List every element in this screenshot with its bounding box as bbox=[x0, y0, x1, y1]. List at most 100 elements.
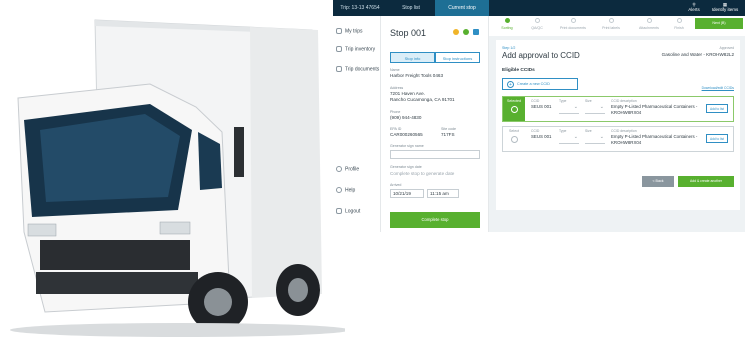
progress-stepper: Sorting QA/QC Print documents Print labe… bbox=[489, 16, 745, 36]
sidebar-item-my-trips[interactable]: My trips bbox=[336, 28, 363, 34]
back-button[interactable]: < Back bbox=[642, 176, 674, 187]
stop-epa-id: CAR000260565 bbox=[390, 132, 423, 137]
step-dot bbox=[534, 18, 540, 23]
tab-current-stop[interactable]: Current stop bbox=[435, 0, 489, 16]
step-dot bbox=[608, 18, 614, 23]
ccid-row[interactable]: Select CCID SEUS 001 Type Size CCID desc… bbox=[502, 126, 734, 152]
signer-name-input[interactable] bbox=[390, 150, 480, 159]
step-label: Print documents bbox=[560, 26, 586, 30]
sidebar-item-label: Trip documents bbox=[345, 66, 380, 73]
alerts-button[interactable]: ⚲ Alerts bbox=[685, 2, 703, 12]
inventory-icon bbox=[336, 46, 342, 52]
ccid-row[interactable]: Selected CCID SEUS 001 Type Size CCID de… bbox=[502, 96, 734, 122]
status-icon bbox=[463, 29, 469, 35]
add-to-list-button[interactable]: Add to list bbox=[706, 104, 728, 113]
field-label: Phone bbox=[390, 110, 401, 114]
main-panel: Sorting QA/QC Print documents Print labe… bbox=[489, 16, 745, 232]
identify-items-label: Identify items bbox=[711, 7, 739, 12]
stop-title: Stop 001 bbox=[390, 28, 427, 38]
sidebar-item-trip-inventory[interactable]: Trip inventory bbox=[336, 46, 375, 52]
trip-label: Trip: 13-13 47654 bbox=[340, 5, 380, 11]
sidebar: My trips Trip inventory Trip documents P… bbox=[333, 16, 381, 232]
arrival-date-input[interactable]: 10/21/19 bbox=[390, 189, 424, 198]
logout-icon bbox=[336, 208, 342, 214]
sign-date-note: Complete stop to generate date bbox=[390, 171, 455, 176]
approved-value: Gasoline and Water - KROHW82L2 bbox=[661, 52, 734, 57]
col-type-label: Type bbox=[559, 129, 567, 133]
app-window: Trip: 13-13 47654 Stop list Current stop… bbox=[333, 0, 745, 232]
type-dropdown[interactable] bbox=[559, 134, 579, 144]
help-icon bbox=[336, 187, 342, 193]
create-ccid-button[interactable]: + Create a new CCID bbox=[502, 78, 578, 90]
location-icon bbox=[336, 28, 342, 34]
row-select[interactable]: Selected bbox=[503, 97, 525, 121]
step-print-labels[interactable]: Print labels bbox=[593, 18, 629, 30]
step-print-documents[interactable]: Print documents bbox=[555, 18, 591, 30]
sidebar-item-label: Profile bbox=[345, 166, 360, 173]
step-dot bbox=[570, 18, 576, 23]
stop-phone: (909) 944-4830 bbox=[390, 115, 422, 120]
ccid-description: Empty P-Listed Pharmaceutical Containers… bbox=[611, 104, 698, 115]
step-label: Attachments bbox=[639, 26, 659, 30]
col-ccid-label: CCID bbox=[531, 129, 540, 133]
arrival-time-input[interactable]: 11:15 am bbox=[427, 189, 459, 198]
field-label: Name bbox=[390, 68, 400, 72]
step-finish[interactable]: Finish bbox=[661, 18, 697, 30]
step-qaqc[interactable]: QA/QC bbox=[519, 18, 555, 30]
signer-label: Generator sign name bbox=[390, 144, 424, 148]
col-size-label: Size bbox=[585, 129, 592, 133]
col-ccid-label: CCID bbox=[531, 99, 540, 103]
eligible-heading: Eligible CCIDs bbox=[502, 68, 535, 73]
sidebar-item-label: Logout bbox=[345, 208, 361, 215]
approval-card: Step 1/2 Add approval to CCID Approved G… bbox=[496, 40, 740, 210]
step-dot bbox=[646, 18, 652, 23]
col-desc-label: CCID description bbox=[611, 129, 637, 133]
size-dropdown[interactable] bbox=[585, 104, 605, 114]
approved-label: Approved bbox=[719, 46, 734, 50]
approval-heading: Add approval to CCID bbox=[502, 51, 580, 60]
download-ccids-link[interactable]: Download/edit CCIDs bbox=[702, 86, 734, 90]
sidebar-item-help[interactable]: Help bbox=[336, 187, 355, 193]
stop-name: Harbor Freight Tools 0463 bbox=[390, 73, 444, 78]
ccid-value: SEUS 001 bbox=[531, 104, 552, 109]
status-icon bbox=[473, 29, 479, 35]
add-and-create-another-button[interactable]: Add & create another bbox=[678, 176, 734, 187]
truck-illustration bbox=[10, 19, 345, 337]
stop-panel: Stop 001 Stop info Stop instructions Nam… bbox=[381, 16, 489, 232]
complete-stop-button[interactable]: Complete stop bbox=[390, 212, 480, 228]
next-button[interactable]: Next (B) bbox=[695, 18, 743, 29]
row-select[interactable]: Select bbox=[503, 127, 525, 151]
sidebar-item-label: Help bbox=[345, 187, 356, 194]
size-dropdown[interactable] bbox=[585, 134, 605, 144]
sidebar-item-trip-documents[interactable]: Trip documents bbox=[336, 66, 379, 72]
arrival-label: Arrived bbox=[390, 183, 402, 187]
ccid-value: SEUS 001 bbox=[531, 134, 552, 139]
identify-items-button[interactable]: ▦ Identify items bbox=[707, 2, 743, 12]
alerts-label: Alerts bbox=[688, 7, 700, 12]
tab-stop-info[interactable]: Stop info bbox=[390, 52, 435, 63]
type-dropdown[interactable] bbox=[559, 104, 579, 114]
radio-icon bbox=[510, 136, 518, 143]
status-icon bbox=[453, 29, 459, 35]
field-label: Site code bbox=[441, 127, 456, 131]
row-select-label: Select bbox=[509, 129, 519, 133]
stop-site-code: 717FS bbox=[441, 132, 455, 137]
step-label: Finish bbox=[674, 26, 684, 30]
sidebar-item-label: Trip inventory bbox=[345, 46, 376, 53]
top-bar: Trip: 13-13 47654 Stop list Current stop… bbox=[333, 0, 745, 16]
check-icon bbox=[510, 106, 518, 113]
sidebar-item-logout[interactable]: Logout bbox=[336, 208, 360, 214]
add-to-list-button[interactable]: Add to list bbox=[706, 134, 728, 143]
col-size-label: Size bbox=[585, 99, 592, 103]
sidebar-item-profile[interactable]: Profile bbox=[336, 166, 359, 172]
row-select-label: Selected bbox=[507, 99, 521, 103]
field-label: EPA ID bbox=[390, 127, 402, 131]
col-type-label: Type bbox=[559, 99, 567, 103]
plus-icon: + bbox=[507, 81, 514, 88]
tab-stop-instructions[interactable]: Stop instructions bbox=[435, 52, 480, 63]
tab-stop-list[interactable]: Stop list bbox=[387, 0, 435, 16]
create-ccid-label: Create a new CCID bbox=[517, 82, 550, 86]
step-indicator: Step 1/2 bbox=[502, 46, 516, 50]
step-dot bbox=[504, 18, 510, 23]
step-label: Sorting bbox=[501, 26, 513, 30]
